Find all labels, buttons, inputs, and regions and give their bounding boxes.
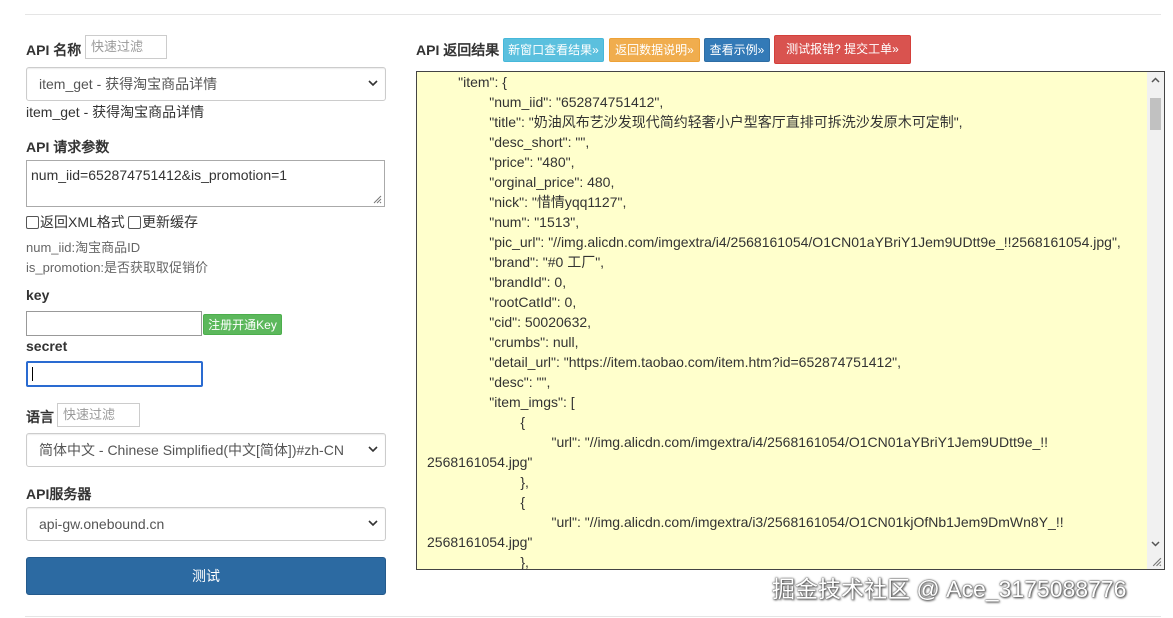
code-line: "desc_short": "", [427,134,590,150]
server-select[interactable]: api-gw.onebound.cn [26,507,386,541]
result-label: API 返回结果 [416,42,500,58]
params-value: num_iid=652874751412&is_promotion=1 [31,167,288,183]
watermark: 掘金技术社区 @ Ace_3175088776 [772,576,1127,602]
code-line: "url": "//img.alicdn.com/imgextra/i4/256… [427,434,1049,450]
secret-label: secret [26,338,68,354]
language-select-value: 简体中文 - Chinese Simplified(中文[简体])#zh-CN [39,442,344,458]
chevron-down-icon [368,446,378,453]
code-line: "detail_url": "https://item.taobao.com/i… [427,354,901,370]
register-key-button[interactable]: 注册开通Key [203,314,282,335]
scroll-up-arrow-icon[interactable] [1151,76,1160,85]
result-json-content: "item": { "num_iid": "652874751412", "ti… [427,72,1144,570]
scroll-down-arrow-icon[interactable] [1151,539,1160,548]
code-line: { [427,414,526,430]
server-label: API服务器 [26,486,92,502]
language-select[interactable]: 简体中文 - Chinese Simplified(中文[简体])#zh-CN [26,433,386,467]
test-button[interactable]: 测试 [26,557,386,595]
view-example-button[interactable]: 查看示例» [704,38,770,62]
code-line: "item": { [427,74,507,90]
api-select-value: item_get - 获得淘宝商品详情 [39,76,218,92]
submit-ticket-button[interactable]: 测试报错? 提交工单» [774,35,911,64]
api-select[interactable]: item_get - 获得淘宝商品详情 [26,67,386,101]
code-line: "num": "1513", [427,214,580,230]
code-line: { [427,494,526,510]
open-new-window-button[interactable]: 新窗口查看结果» [503,38,604,62]
code-line: "brand": "#0 工厂", [427,254,605,270]
secret-input[interactable] [26,361,203,387]
code-line: 2568161054.jpg" [427,534,533,550]
chevron-down-icon [368,80,378,87]
code-line: "item_imgs": [ [427,394,575,410]
params-label: API 请求参数 [26,139,110,155]
code-line: "pic_url": "//img.alicdn.com/imgextra/i4… [427,234,1121,250]
api-description: item_get - 获得淘宝商品详情 [26,104,205,120]
code-line: "num_iid": "652874751412", [427,94,664,110]
top-divider [25,14,1161,15]
code-line: "url": "//img.alicdn.com/imgextra/i3/256… [427,514,1064,530]
code-line: 2568161054.jpg" [427,454,533,470]
help-line-num-iid: num_iid:淘宝商品ID [26,240,141,255]
server-select-value: api-gw.onebound.cn [39,516,165,532]
params-textarea[interactable]: num_iid=652874751412&is_promotion=1 [26,160,385,207]
return-xml-checkbox-box[interactable] [26,215,39,229]
language-filter-input[interactable]: 快速过滤 [57,403,140,427]
code-line: "crumbs": null, [427,334,579,350]
code-line: "cid": 50020632, [427,314,592,330]
code-line: "orginal_price": 480, [427,174,615,190]
resize-grip-icon[interactable] [1151,556,1162,567]
code-line: }, [427,474,529,490]
api-name-filter-input[interactable]: 快速过滤 [85,35,167,59]
code-line: "rootCatId": 0, [427,294,577,310]
bottom-divider [25,616,1161,617]
resize-grip-icon[interactable] [372,194,382,204]
code-line: "brandId": 0, [427,274,567,290]
scrollbar-thumb[interactable] [1150,98,1161,130]
refresh-cache-checkbox[interactable]: 更新缓存 [128,212,198,232]
chevron-down-icon [368,520,378,527]
return-xml-checkbox[interactable]: 返回XML格式 [26,212,125,232]
code-line: "desc": "", [427,374,551,390]
text-caret [32,367,33,381]
language-label: 语言 [26,409,54,425]
key-label: key [26,287,50,303]
vertical-scrollbar[interactable] [1147,72,1164,569]
api-name-label: API 名称 [26,42,82,58]
refresh-cache-label: 更新缓存 [142,214,198,230]
refresh-cache-checkbox-box[interactable] [128,215,141,229]
code-line: }, [427,554,529,570]
code-line: "nick": "惜情yqq1127", [427,194,627,210]
key-input[interactable] [26,311,202,336]
help-line-is-promotion: is_promotion:是否获取取促销价 [26,260,209,275]
code-line: "title": "奶油风布艺沙发现代简约轻奢小户型客厅直排可拆洗沙发原木可定制… [427,114,963,130]
return-data-docs-button[interactable]: 返回数据说明» [609,38,700,62]
result-textarea[interactable]: "item": { "num_iid": "652874751412", "ti… [416,71,1165,570]
return-xml-label: 返回XML格式 [40,214,125,230]
code-line: "price": "480", [427,154,575,170]
